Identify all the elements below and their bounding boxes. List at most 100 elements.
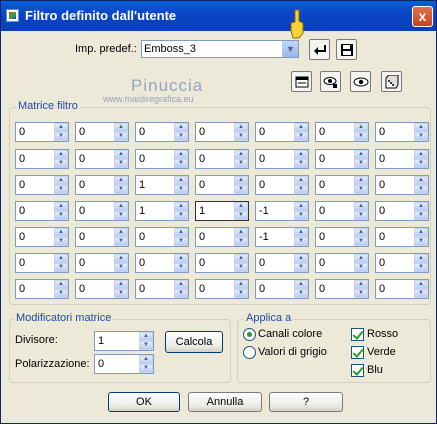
matrix-cell-3-3[interactable]: 1 ▲ ▼ [195,201,249,221]
matrix-cell-3-4[interactable]: -1 ▲ ▼ [255,201,309,221]
matrix-cell-6-3[interactable]: 0 ▲ ▼ [195,279,249,299]
spin-down-icon[interactable]: ▼ [139,364,153,373]
spin-down-icon[interactable]: ▼ [294,185,308,194]
spin-up-icon[interactable]: ▲ [54,202,68,211]
matrix-cell-2-4[interactable]: 0 ▲ ▼ [255,175,309,195]
green-checkbox[interactable] [351,346,364,359]
close-button[interactable]: x [412,6,433,27]
matrix-cell-5-3[interactable]: 0 ▲ ▼ [195,253,249,273]
spin-down-icon[interactable]: ▼ [174,263,188,272]
spin-up-icon[interactable]: ▲ [234,150,248,159]
spin-down-icon[interactable]: ▼ [234,237,248,246]
spin-up-icon[interactable]: ▲ [354,280,368,289]
spin-up-icon[interactable]: ▲ [114,228,128,237]
divisor-stepper[interactable]: 1 ▲ ▼ [94,331,154,351]
spin-up-icon[interactable]: ▲ [114,280,128,289]
chevron-down-icon[interactable]: ▼ [282,41,298,57]
spin-up-icon[interactable]: ▲ [414,123,428,132]
spin-up-icon[interactable]: ▲ [414,254,428,263]
matrix-cell-0-4[interactable]: 0 ▲ ▼ [255,122,309,142]
spin-up-icon[interactable]: ▲ [414,176,428,185]
matrix-cell-2-3[interactable]: 0 ▲ ▼ [195,175,249,195]
matrix-cell-3-2[interactable]: 1 ▲ ▼ [135,201,189,221]
spin-up-icon[interactable]: ▲ [354,202,368,211]
spin-down-icon[interactable]: ▼ [54,159,68,168]
matrix-cell-0-2[interactable]: 0 ▲ ▼ [135,122,189,142]
spin-up-icon[interactable]: ▲ [294,254,308,263]
matrix-cell-3-1[interactable]: 0 ▲ ▼ [75,201,129,221]
matrix-cell-4-5[interactable]: 0 ▲ ▼ [315,227,369,247]
spin-down-icon[interactable]: ▼ [294,211,308,220]
matrix-cell-0-6[interactable]: 0 ▲ ▼ [375,122,429,142]
bias-stepper[interactable]: 0 ▲ ▼ [94,354,154,374]
matrix-cell-1-6[interactable]: 0 ▲ ▼ [375,149,429,169]
matrix-cell-1-0[interactable]: 0 ▲ ▼ [15,149,69,169]
auto-proof-button[interactable] [350,71,371,92]
spin-down-icon[interactable]: ▼ [174,185,188,194]
spin-up-icon[interactable]: ▲ [354,228,368,237]
matrix-cell-3-0[interactable]: 0 ▲ ▼ [15,201,69,221]
spin-down-icon[interactable]: ▼ [114,132,128,141]
spin-down-icon[interactable]: ▼ [174,132,188,141]
spin-down-icon[interactable]: ▼ [414,289,428,298]
matrix-cell-2-2[interactable]: 1 ▲ ▼ [135,175,189,195]
spin-up-icon[interactable]: ▲ [54,150,68,159]
spin-up-icon[interactable]: ▲ [54,254,68,263]
matrix-cell-1-3[interactable]: 0 ▲ ▼ [195,149,249,169]
spin-up-icon[interactable]: ▲ [174,254,188,263]
spin-down-icon[interactable]: ▼ [354,132,368,141]
matrix-cell-5-5[interactable]: 0 ▲ ▼ [315,253,369,273]
preview-window-button[interactable] [291,71,312,92]
spin-up-icon[interactable]: ▲ [294,123,308,132]
spin-down-icon[interactable]: ▼ [54,237,68,246]
spin-down-icon[interactable]: ▼ [114,237,128,246]
spin-up-icon[interactable]: ▲ [234,176,248,185]
spin-down-icon[interactable]: ▼ [354,263,368,272]
spin-down-icon[interactable]: ▼ [54,289,68,298]
matrix-cell-3-5[interactable]: 0 ▲ ▼ [315,201,369,221]
help-button[interactable]: ? [269,392,343,412]
matrix-cell-5-1[interactable]: 0 ▲ ▼ [75,253,129,273]
spin-down-icon[interactable]: ▼ [114,289,128,298]
spin-up-icon[interactable]: ▲ [354,176,368,185]
spin-up-icon[interactable]: ▲ [234,254,248,263]
matrix-cell-0-3[interactable]: 0 ▲ ▼ [195,122,249,142]
matrix-cell-0-0[interactable]: 0 ▲ ▼ [15,122,69,142]
matrix-cell-5-2[interactable]: 0 ▲ ▼ [135,253,189,273]
matrix-cell-4-4[interactable]: -1 ▲ ▼ [255,227,309,247]
matrix-cell-3-6[interactable]: 0 ▲ ▼ [375,201,429,221]
spin-up-icon[interactable]: ▲ [414,228,428,237]
matrix-cell-4-0[interactable]: 0 ▲ ▼ [15,227,69,247]
matrix-cell-2-1[interactable]: 0 ▲ ▼ [75,175,129,195]
matrix-cell-4-2[interactable]: 0 ▲ ▼ [135,227,189,247]
matrix-cell-1-1[interactable]: 0 ▲ ▼ [75,149,129,169]
proof-button[interactable] [320,71,341,92]
randomize-button[interactable] [381,71,402,92]
matrix-cell-2-0[interactable]: 0 ▲ ▼ [15,175,69,195]
spin-down-icon[interactable]: ▼ [54,132,68,141]
spin-down-icon[interactable]: ▼ [114,185,128,194]
spin-up-icon[interactable]: ▲ [54,123,68,132]
matrix-cell-4-1[interactable]: 0 ▲ ▼ [75,227,129,247]
spin-down-icon[interactable]: ▼ [234,211,248,220]
matrix-cell-6-4[interactable]: 0 ▲ ▼ [255,279,309,299]
matrix-cell-6-1[interactable]: 0 ▲ ▼ [75,279,129,299]
matrix-cell-4-3[interactable]: 0 ▲ ▼ [195,227,249,247]
spin-up-icon[interactable]: ▲ [174,228,188,237]
spin-up-icon[interactable]: ▲ [54,176,68,185]
spin-down-icon[interactable]: ▼ [234,159,248,168]
spin-down-icon[interactable]: ▼ [414,132,428,141]
matrix-cell-2-6[interactable]: 0 ▲ ▼ [375,175,429,195]
spin-down-icon[interactable]: ▼ [414,211,428,220]
spin-up-icon[interactable]: ▲ [234,202,248,211]
spin-up-icon[interactable]: ▲ [354,150,368,159]
spin-down-icon[interactable]: ▼ [294,289,308,298]
spin-down-icon[interactable]: ▼ [234,263,248,272]
spin-up-icon[interactable]: ▲ [354,123,368,132]
matrix-cell-5-4[interactable]: 0 ▲ ▼ [255,253,309,273]
save-preset-button[interactable] [336,39,357,60]
spin-down-icon[interactable]: ▼ [114,159,128,168]
spin-up-icon[interactable]: ▲ [354,254,368,263]
spin-up-icon[interactable]: ▲ [174,123,188,132]
matrix-cell-5-0[interactable]: 0 ▲ ▼ [15,253,69,273]
